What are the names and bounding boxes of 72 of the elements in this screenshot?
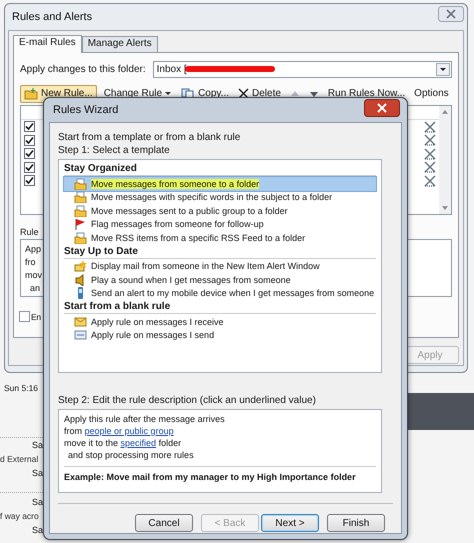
folder-icon — [74, 232, 87, 244]
tools-icon — [423, 120, 437, 133]
description-text: an — [29, 282, 40, 295]
toolbar-button[interactable]: Run Rules Now... — [326, 86, 408, 101]
description-text: from people or public group — [64, 425, 174, 437]
template-item[interactable]: Move messages sent to a public group to a folder — [64, 204, 376, 218]
checkbox[interactable] — [24, 162, 35, 173]
example-text: Example: Move mail from my manager to my High Importance folder — [64, 472, 357, 482]
template-item[interactable]: Apply rule on messages I receive — [64, 315, 376, 328]
checkbox[interactable] — [19, 311, 30, 322]
tools-icon — [423, 174, 437, 187]
template-item[interactable]: Move messages with specific words in the subject to a folder — [64, 190, 376, 204]
flag-icon — [74, 218, 87, 230]
window-title: Rules and Alerts — [11, 11, 92, 23]
mail-snippet: d External — [0, 453, 38, 466]
description-text: App — [25, 243, 42, 256]
window-title: Rules Wizard — [52, 104, 118, 116]
mail-snippet: f way acro — [0, 510, 39, 523]
group-heading: Stay Up to Date — [64, 244, 376, 258]
folder-icon — [74, 191, 87, 204]
folder-icon — [74, 178, 87, 190]
date-label: Sun 5:16 — [3, 383, 38, 393]
dialog-button[interactable]: Next > — [261, 514, 319, 532]
template-item[interactable]: Display mail from someone in the New Item Alert Window — [64, 260, 376, 273]
dialog-button[interactable]: Finish — [327, 514, 385, 532]
toolbar-button[interactable]: Delete — [236, 86, 283, 101]
description-text: Apply this rule after the message arrives — [64, 413, 225, 425]
mail-time: Sa — [32, 439, 43, 452]
toolbar-button[interactable]: Change Rule — [102, 86, 174, 101]
mail-time: Sa — [32, 467, 43, 480]
description-text: move it to the specified folder — [64, 437, 182, 449]
dialog-button[interactable]: Cancel — [135, 514, 193, 532]
field-label: Apply changes to this folder: — [20, 64, 146, 74]
folder-dropdown[interactable]: Inbox [ — [152, 60, 452, 78]
envelope-icon — [74, 329, 87, 342]
checkbox[interactable] — [24, 148, 35, 160]
template-item[interactable]: Flag messages from someone for follow-up — [64, 218, 376, 231]
step-label: Step 2: Edit the rule description (click an underlined value) — [58, 394, 317, 407]
folder-icon — [74, 204, 87, 217]
mail-time: Sa — [32, 524, 43, 537]
template-item[interactable]: Apply rule on messages I send — [64, 328, 376, 342]
header-bar — [405, 393, 474, 430]
template-item[interactable]: Move messages from someone to a folder — [64, 177, 376, 190]
tools-icon — [423, 148, 437, 160]
step-label: Step 1: Select a template — [58, 144, 171, 157]
value-link[interactable]: specified — [120, 438, 156, 448]
value-link[interactable]: people or public group — [84, 426, 174, 436]
tab[interactable]: E-mail Rules — [13, 35, 82, 53]
template-item[interactable]: Move RSS items from a specific RSS Feed to a folder — [64, 231, 376, 244]
envelope-icon — [74, 316, 87, 328]
group-heading: Start from a blank rule — [64, 300, 376, 314]
instruction-text: Start from a template or from a blank rule — [58, 131, 242, 144]
checkbox[interactable] — [24, 121, 35, 132]
template-item[interactable]: Play a sound when I get messages from someone — [64, 273, 376, 286]
folder-icon — [24, 88, 38, 100]
description-text: mov — [25, 269, 42, 282]
checkbox[interactable] — [24, 134, 35, 146]
checkbox[interactable] — [24, 175, 35, 186]
close-icon — [364, 98, 400, 116]
tools-icon — [423, 161, 437, 174]
description-text: and stop processing more rules — [67, 449, 194, 461]
tab[interactable]: Manage Alerts — [82, 36, 158, 52]
description-text: fro — [25, 256, 36, 269]
close-icon — [438, 6, 464, 22]
envelope-star-icon — [74, 260, 87, 272]
delete-icon — [238, 88, 249, 99]
mail-time: Sa — [32, 496, 43, 509]
tools-icon — [423, 134, 437, 146]
section-label: Rule — [20, 227, 39, 237]
toolbar-button[interactable]: Options — [412, 86, 451, 101]
checkbox-label: En — [31, 312, 41, 322]
template-item[interactable]: Send an alert to my mobile device when I get messages from someone — [64, 286, 376, 300]
